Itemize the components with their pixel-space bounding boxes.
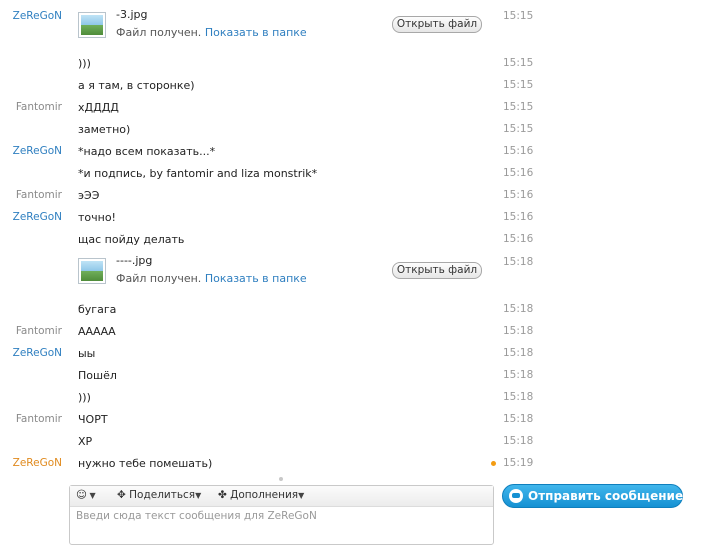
chevron-down-icon: ▼	[298, 491, 305, 500]
send-message-label: Отправить сообщение	[528, 489, 684, 503]
show-in-folder-link[interactable]: Показать в папке	[205, 272, 307, 285]
message-time: 15:16	[503, 145, 534, 157]
message-row: щас пойду делать 15:16	[0, 228, 707, 250]
message-sender: ZeReGoN	[12, 145, 62, 157]
open-file-button[interactable]: Открыть файл	[392, 262, 482, 279]
chat-bubble-icon	[509, 489, 523, 503]
image-thumbnail-icon[interactable]	[78, 12, 106, 38]
message-time: 15:15	[503, 10, 534, 22]
chat-history: ZeReGoN -3.jpg Файл получен. Показать в …	[0, 0, 707, 475]
message-row: ))) 15:18	[0, 386, 707, 408]
message-time: 15:16	[503, 211, 534, 223]
file-message: ----.jpg Файл получен. Показать в папке …	[0, 251, 707, 291]
emoji-button[interactable]: ☺ ▼	[76, 489, 96, 501]
send-message-button[interactable]: Отправить сообщение	[502, 484, 683, 508]
composer-toolbar: ☺ ▼ ✥ Поделиться▼ ✤ Дополнения▼	[70, 486, 493, 507]
file-status-text: Файл получен.	[116, 272, 202, 285]
message-text: хДДДД	[78, 101, 119, 114]
message-row: *и подпись, by fantomir and liza monstri…	[0, 162, 707, 184]
message-row: а я там, в сторонке) 15:15	[0, 74, 707, 96]
file-name[interactable]: -3.jpg	[116, 8, 148, 21]
message-text: а я там, в сторонке)	[78, 79, 195, 92]
message-row: Fantomir эЭЭ 15:16	[0, 184, 707, 206]
message-text: щас пойду делать	[78, 233, 185, 246]
file-message: ZeReGoN -3.jpg Файл получен. Показать в …	[0, 5, 707, 45]
message-sender: ZeReGoN	[12, 10, 62, 22]
message-time: 15:18	[503, 256, 534, 268]
message-row: ZeReGoN ыы 15:18	[0, 342, 707, 364]
message-time: 15:15	[503, 123, 534, 135]
share-icon: ✥	[117, 489, 126, 501]
message-row: ХР 15:18	[0, 430, 707, 452]
message-row: Пошёл 15:18	[0, 364, 707, 386]
message-time: 15:18	[503, 413, 534, 425]
message-time: 15:18	[503, 369, 534, 381]
message-text: )))	[78, 391, 91, 404]
message-text: заметно)	[78, 123, 131, 136]
message-row: ZeReGoN нужно тебе помешать) 15:19	[0, 452, 707, 474]
message-sender: Fantomir	[15, 325, 62, 337]
message-text: нужно тебе помешать)	[78, 457, 213, 470]
addons-button[interactable]: ✤ Дополнения▼	[218, 489, 304, 501]
message-time: 15:16	[503, 233, 534, 245]
message-time: 15:15	[503, 79, 534, 91]
message-row: ))) 15:15	[0, 52, 707, 74]
message-text: точно!	[78, 211, 116, 224]
message-row: бугага 15:18	[0, 298, 707, 320]
message-time: 15:16	[503, 167, 534, 179]
message-time: 15:19	[503, 457, 534, 469]
message-sender: Fantomir	[15, 413, 62, 425]
puzzle-icon: ✤	[218, 489, 227, 501]
message-time: 15:18	[503, 391, 534, 403]
unread-dot-icon	[491, 461, 496, 466]
message-text: ХР	[78, 435, 93, 448]
resize-handle[interactable]	[279, 477, 283, 481]
open-file-button[interactable]: Открыть файл	[392, 16, 482, 33]
share-label: Поделиться	[129, 489, 196, 501]
message-input[interactable]: Введи сюда текст сообщения для ZeReGoN	[76, 510, 317, 522]
message-text: *надо всем показать...*	[78, 145, 216, 158]
message-text: ААААА	[78, 325, 116, 338]
message-time: 15:18	[503, 325, 534, 337]
message-text: эЭЭ	[78, 189, 100, 202]
message-time: 15:18	[503, 435, 534, 447]
message-row: Fantomir хДДДД 15:15	[0, 96, 707, 118]
message-row: Fantomir ААААА 15:18	[0, 320, 707, 342]
file-name[interactable]: ----.jpg	[116, 254, 152, 267]
file-status: Файл получен. Показать в папке	[116, 272, 307, 285]
message-time: 15:16	[503, 189, 534, 201]
message-time: 15:15	[503, 101, 534, 113]
chevron-down-icon: ▼	[195, 491, 202, 500]
message-time: 15:15	[503, 57, 534, 69]
show-in-folder-link[interactable]: Показать в папке	[205, 26, 307, 39]
chevron-down-icon: ▼	[86, 491, 96, 500]
message-text: )))	[78, 57, 91, 70]
message-time: 15:18	[503, 303, 534, 315]
message-sender: Fantomir	[15, 101, 62, 113]
message-text: ыы	[78, 347, 96, 360]
addons-label: Дополнения	[230, 489, 299, 501]
message-sender: ZeReGoN	[12, 457, 62, 469]
message-sender: Fantomir	[15, 189, 62, 201]
share-button[interactable]: ✥ Поделиться▼	[117, 489, 201, 501]
message-text: бугага	[78, 303, 117, 316]
message-text: ЧОРТ	[78, 413, 108, 426]
file-status-text: Файл получен.	[116, 26, 202, 39]
message-sender: ZeReGoN	[12, 211, 62, 223]
image-thumbnail-icon[interactable]	[78, 258, 106, 284]
message-text: *и подпись, by fantomir and liza monstri…	[78, 167, 318, 180]
message-time: 15:18	[503, 347, 534, 359]
message-row: ZeReGoN *надо всем показать...* 15:16	[0, 140, 707, 162]
message-composer: ☺ ▼ ✥ Поделиться▼ ✤ Дополнения▼ Введи сю…	[69, 485, 494, 545]
message-sender: ZeReGoN	[12, 347, 62, 359]
file-status: Файл получен. Показать в папке	[116, 26, 307, 39]
message-row: ZeReGoN точно! 15:16	[0, 206, 707, 228]
smiley-icon: ☺	[76, 489, 87, 501]
message-text: Пошёл	[78, 369, 117, 382]
message-row: Fantomir ЧОРТ 15:18	[0, 408, 707, 430]
message-row: заметно) 15:15	[0, 118, 707, 140]
